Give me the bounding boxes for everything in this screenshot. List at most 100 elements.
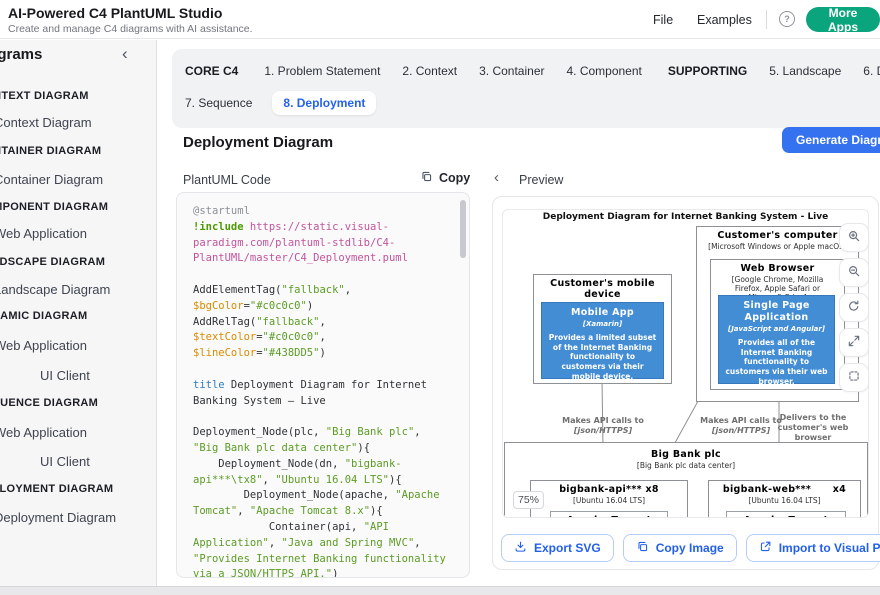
collapse-sidebar-icon[interactable]: ‹ bbox=[122, 44, 128, 64]
reset-view-button[interactable] bbox=[839, 293, 869, 322]
code-token: "fallback" bbox=[256, 316, 319, 328]
code-token: Application" bbox=[193, 537, 269, 549]
sidebar-section-header: DEPLOYMENT DIAGRAM bbox=[0, 483, 113, 495]
code-line bbox=[193, 362, 455, 378]
node-title: Customer's computer bbox=[697, 230, 858, 241]
code-line: "Big Bank plc data center"){ bbox=[193, 441, 455, 457]
copy-image-button[interactable]: Copy Image bbox=[623, 534, 737, 562]
tab-8-deployment[interactable]: 8. Deployment bbox=[272, 91, 376, 115]
sidebar-section-header: SEQUENCE DIAGRAM bbox=[0, 397, 98, 409]
export-svg-button[interactable]: Export SVG bbox=[501, 534, 614, 562]
code-token: Deployment Diagram for Internet bbox=[225, 379, 427, 391]
sidebar-item-ui-client[interactable]: UI Client bbox=[40, 368, 90, 383]
code-token: Deployment_Node(dn, bbox=[193, 458, 345, 470]
code-line: @startuml bbox=[193, 204, 455, 220]
sidebar-item-context-diagram[interactable]: Context Diagram bbox=[0, 115, 92, 130]
node-subtitle: [Big Bank plc data center] bbox=[505, 461, 867, 470]
code-line: $bgColor="#c0c0c0") bbox=[193, 299, 455, 315]
code-token: Banking System — Live bbox=[193, 395, 326, 407]
sidebar-item-deployment-diagram[interactable]: Deployment Diagram bbox=[0, 510, 116, 525]
code-token: title bbox=[193, 379, 225, 391]
edge-label-mobile-api: Makes API calls to [json/HTTPS] bbox=[543, 416, 663, 436]
help-icon[interactable]: ? bbox=[779, 11, 795, 27]
node-big-bank-plc: Big Bank plc [Big Bank plc data center] … bbox=[504, 442, 868, 518]
tab-7-sequence[interactable]: 7. Sequence bbox=[185, 96, 252, 110]
diagram-canvas[interactable]: Deployment Diagram for Internet Banking … bbox=[502, 209, 869, 518]
tab-3-container[interactable]: 3. Container bbox=[479, 64, 544, 78]
sidebar-item-web-application[interactable]: Web Application bbox=[0, 425, 87, 440]
tab-core-c4[interactable]: CORE C4 bbox=[185, 64, 238, 78]
import-to-visual-paradigm-button[interactable]: Import to Visual Paradigm bbox=[746, 534, 880, 562]
container-desc: Provides a limited subset of the Interne… bbox=[547, 333, 658, 382]
code-token: PlantUML/master/C4_Deployment.puml bbox=[193, 252, 408, 264]
code-token: AddElementTag( bbox=[193, 284, 282, 296]
menu-examples[interactable]: Examples bbox=[697, 13, 752, 27]
sidebar-item-container-diagram[interactable]: Container Diagram bbox=[0, 172, 103, 187]
code-scrollbar[interactable] bbox=[460, 200, 466, 258]
sidebar-item-web-application[interactable]: Web Application bbox=[0, 226, 87, 241]
more-apps-button[interactable]: More Apps bbox=[806, 7, 880, 32]
sidebar-item-web-application[interactable]: Web Application bbox=[0, 338, 87, 353]
copy-icon bbox=[636, 540, 649, 556]
tab-2-context[interactable]: 2. Context bbox=[402, 64, 457, 78]
code-token: Tomcat" bbox=[193, 505, 237, 517]
edge-text: Delivers to the customer's web browser bbox=[778, 413, 849, 442]
download-icon bbox=[514, 540, 527, 556]
action-label: Export SVG bbox=[534, 541, 601, 555]
action-label: Copy Image bbox=[656, 541, 724, 555]
node-bigbank-api: bigbank-api*** x8 [Ubuntu 16.04 LTS] Apa… bbox=[530, 480, 688, 518]
sidebar-item-landscape-diagram[interactable]: Landscape Diagram bbox=[0, 282, 110, 297]
tab-5-landscape[interactable]: 5. Landscape bbox=[769, 64, 841, 78]
code-token: api***\tx8" bbox=[193, 474, 263, 486]
app-title: AI-Powered C4 PlantUML Studio bbox=[8, 5, 222, 21]
preview-panel-label: Preview bbox=[519, 173, 563, 187]
node-title: bigbank-api*** x8 bbox=[531, 484, 687, 495]
code-token: "Big Bank plc data center" bbox=[193, 442, 357, 454]
generate-diagram-button[interactable]: Generate Diagram bbox=[782, 127, 880, 153]
action-label: Import to Visual Paradigm bbox=[779, 541, 880, 555]
zoom-out-icon bbox=[847, 264, 861, 281]
code-line: Tomcat", "Apache Tomcat 8.x"){ bbox=[193, 504, 455, 520]
container-desc: Provides all of the Internet Banking fun… bbox=[724, 338, 829, 387]
copy-code-button[interactable]: Copy bbox=[420, 170, 470, 186]
node-apache-tomcat-web: Apache Tomcat bbox=[726, 511, 846, 518]
plantuml-code-editor[interactable]: @startuml!include https://static.visual-… bbox=[176, 192, 470, 578]
code-token: ) bbox=[319, 347, 325, 359]
code-token: "Java and Spring MVC" bbox=[282, 537, 415, 549]
code-line: title Deployment Diagram for Internet bbox=[193, 378, 455, 394]
tab-1-problem-statement[interactable]: 1. Problem Statement bbox=[264, 64, 380, 78]
code-line: api***\tx8", "Ubuntu 16.04 LTS"){ bbox=[193, 473, 455, 489]
code-token: , bbox=[263, 474, 276, 486]
zoom-in-button[interactable] bbox=[839, 223, 869, 252]
tab-supporting[interactable]: SUPPORTING bbox=[668, 64, 747, 78]
reset-view-icon bbox=[847, 299, 861, 316]
node-subtitle: [Ubuntu 16.04 LTS] bbox=[709, 496, 860, 505]
node-title: Customer's mobile device bbox=[534, 278, 671, 300]
code-token: "#c0c0c0" bbox=[263, 331, 320, 343]
code-token: "Apache Tomcat 8.x" bbox=[250, 505, 370, 517]
code-line bbox=[193, 267, 455, 283]
code-token: ){ bbox=[357, 442, 370, 454]
collapse-preview-icon[interactable]: ‹ bbox=[494, 169, 499, 186]
tab-6-dynamic[interactable]: 6. Dynamic bbox=[863, 64, 880, 78]
tab-4-component[interactable]: 4. Component bbox=[566, 64, 641, 78]
main-area: CORE C4 1. Problem Statement 2. Context 3. … bbox=[158, 40, 880, 586]
fit-selection-button[interactable] bbox=[839, 363, 869, 392]
code-token: ){ bbox=[389, 474, 402, 486]
code-token: "#438DD5" bbox=[263, 347, 320, 359]
code-token: $textColor bbox=[193, 331, 256, 343]
zoom-out-button[interactable] bbox=[839, 258, 869, 287]
menu-file[interactable]: File bbox=[653, 13, 673, 27]
fullscreen-icon bbox=[847, 334, 861, 351]
fullscreen-button[interactable] bbox=[839, 328, 869, 357]
code-panel-label: PlantUML Code bbox=[183, 173, 271, 187]
code-token: "Apache bbox=[395, 489, 439, 501]
container-single-page-application: Single Page Application [JavaScript and … bbox=[718, 295, 835, 384]
node-bigbank-web: bigbank-web*** x4 [Ubuntu 16.04 LTS] Apa… bbox=[708, 480, 861, 518]
app-header: AI-Powered C4 PlantUML Studio Create and… bbox=[0, 0, 880, 39]
fit-selection-icon bbox=[847, 369, 861, 386]
sidebar: Diagrams ‹ CONTEXT DIAGRAMContext Diagra… bbox=[0, 40, 157, 586]
sidebar-item-ui-client[interactable]: UI Client bbox=[40, 454, 90, 469]
code-token: "API bbox=[364, 521, 389, 533]
zoom-level-badge: 75% bbox=[513, 491, 544, 509]
